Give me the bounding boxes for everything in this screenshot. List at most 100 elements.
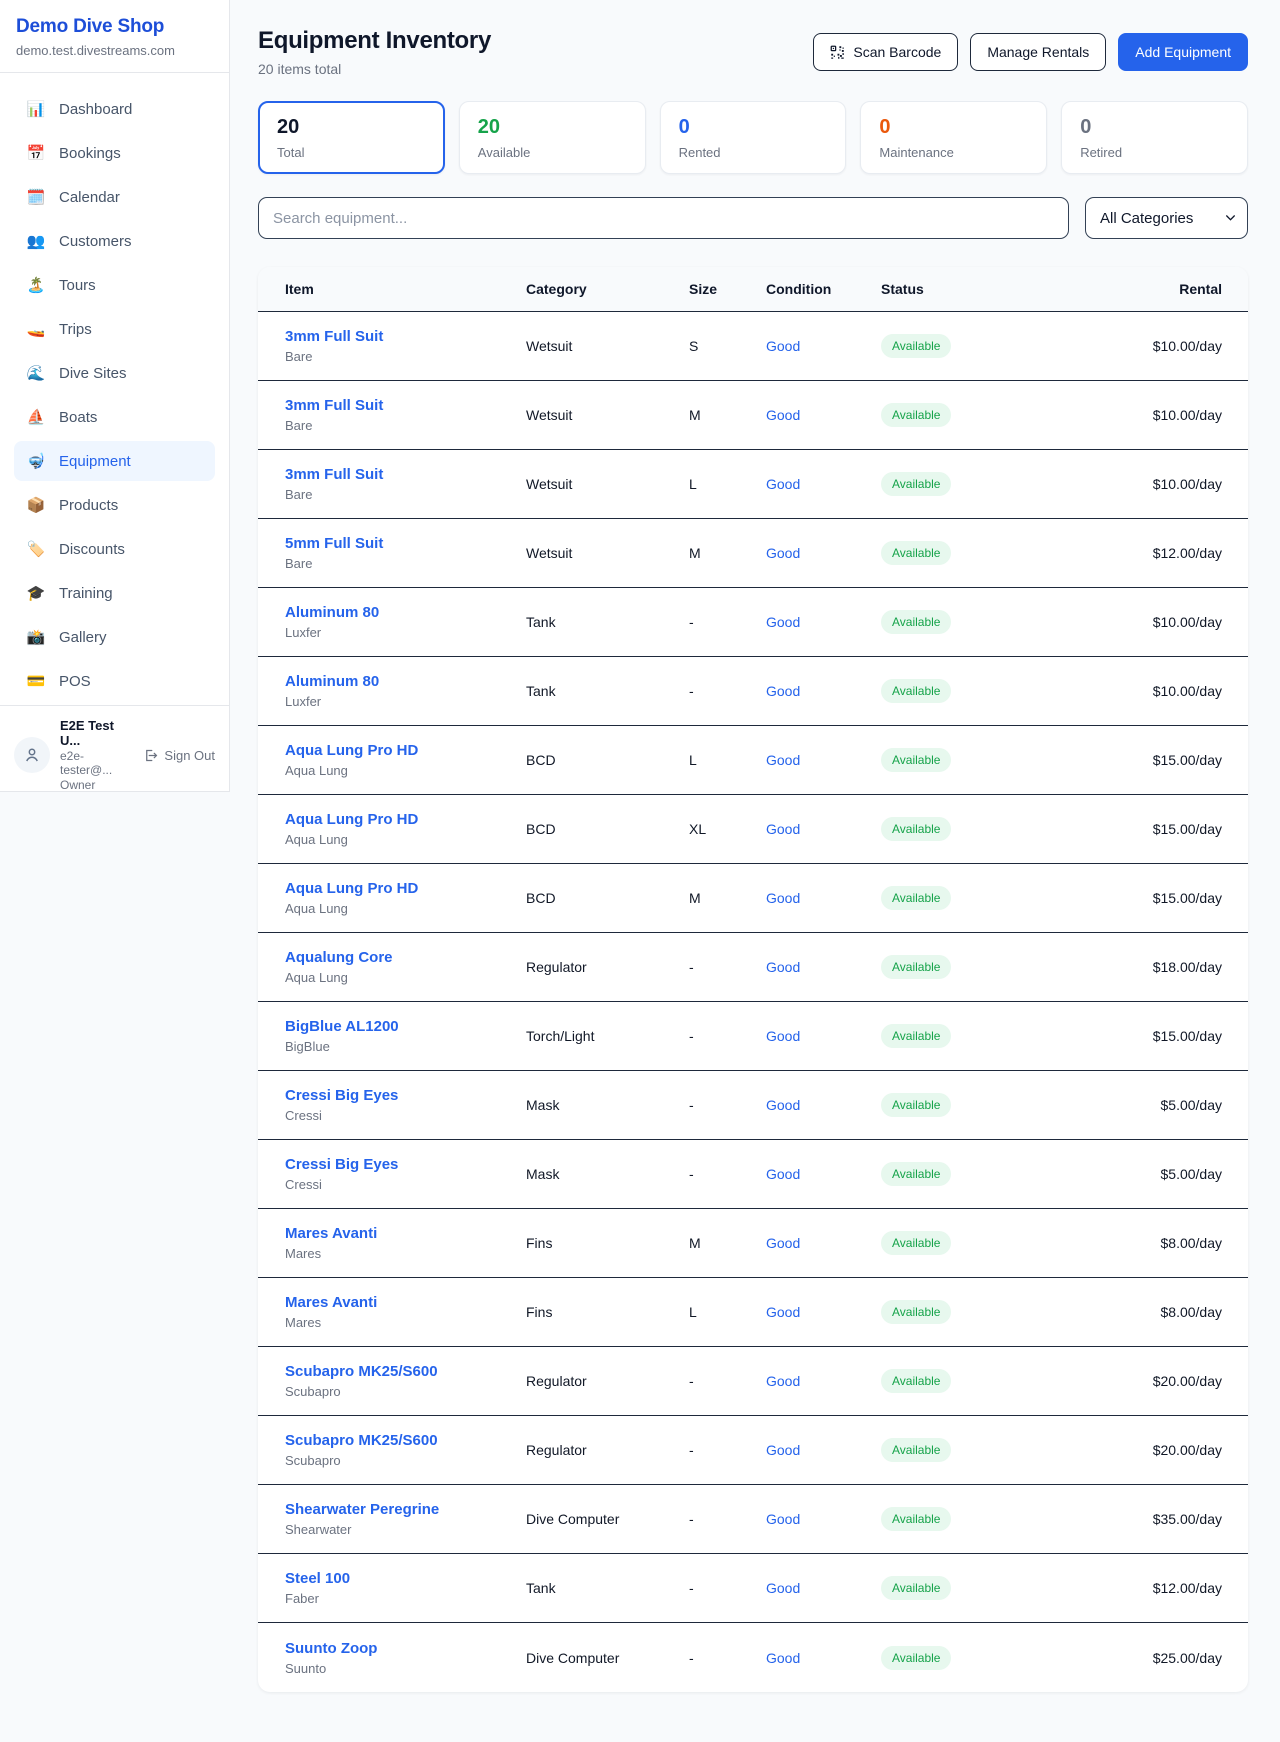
item-name-link[interactable]: 5mm Full Suit bbox=[285, 535, 526, 552]
shop-domain: demo.test.divestreams.com bbox=[16, 43, 213, 58]
sidebar-item-trips[interactable]: 🚤 Trips bbox=[14, 309, 215, 349]
item-brand: Mares bbox=[285, 1246, 526, 1261]
category-select[interactable]: All Categories bbox=[1085, 197, 1248, 239]
item-name-link[interactable]: Scubapro MK25/S600 bbox=[285, 1363, 526, 1380]
sidebar-item-bookings[interactable]: 📅 Bookings bbox=[14, 133, 215, 173]
status-badge: Available bbox=[881, 1024, 951, 1048]
condition-link[interactable]: Good bbox=[766, 1373, 881, 1389]
item-name-link[interactable]: Scubapro MK25/S600 bbox=[285, 1432, 526, 1449]
item-brand: Faber bbox=[285, 1591, 526, 1606]
sidebar-item-calendar[interactable]: 🗓️ Calendar bbox=[14, 177, 215, 217]
condition-link[interactable]: Good bbox=[766, 959, 881, 975]
item-name-link[interactable]: 3mm Full Suit bbox=[285, 397, 526, 414]
item-name-link[interactable]: Shearwater Peregrine bbox=[285, 1501, 526, 1518]
stat-card-total[interactable]: 20 Total bbox=[258, 101, 445, 174]
condition-link[interactable]: Good bbox=[766, 1511, 881, 1527]
stat-label: Available bbox=[478, 145, 627, 160]
item-name-link[interactable]: Aluminum 80 bbox=[285, 604, 526, 621]
status-cell: Available bbox=[881, 748, 1081, 772]
condition-link[interactable]: Good bbox=[766, 338, 881, 354]
sidebar-item-gallery[interactable]: 📸 Gallery bbox=[14, 617, 215, 657]
condition-link[interactable]: Good bbox=[766, 1097, 881, 1113]
manage-rentals-button[interactable]: Manage Rentals bbox=[970, 33, 1106, 71]
condition-link[interactable]: Good bbox=[766, 1304, 881, 1320]
item-name-link[interactable]: Cressi Big Eyes bbox=[285, 1156, 526, 1173]
manage-rentals-label: Manage Rentals bbox=[987, 44, 1089, 60]
status-badge: Available bbox=[881, 1438, 951, 1462]
add-equipment-button[interactable]: Add Equipment bbox=[1118, 33, 1248, 71]
sidebar-item-products[interactable]: 📦 Products bbox=[14, 485, 215, 525]
item-name-link[interactable]: Aqua Lung Pro HD bbox=[285, 811, 526, 828]
condition-link[interactable]: Good bbox=[766, 407, 881, 423]
item-cell: Steel 100 Faber bbox=[285, 1570, 526, 1606]
items-total-count: 20 items total bbox=[258, 61, 491, 77]
condition-link[interactable]: Good bbox=[766, 1166, 881, 1182]
rental-price: $8.00/day bbox=[1081, 1235, 1222, 1251]
table-row: Steel 100 Faber Tank - Good Available $1… bbox=[258, 1554, 1248, 1623]
condition-link[interactable]: Good bbox=[766, 752, 881, 768]
condition-link[interactable]: Good bbox=[766, 890, 881, 906]
sidebar-item-boats[interactable]: ⛵ Boats bbox=[14, 397, 215, 437]
item-name-link[interactable]: Suunto Zoop bbox=[285, 1640, 526, 1657]
sidebar-item-training[interactable]: 🎓 Training bbox=[14, 573, 215, 613]
condition-link[interactable]: Good bbox=[766, 1580, 881, 1596]
stat-card-available[interactable]: 20 Available bbox=[459, 101, 646, 174]
sidebar-item-dive-sites[interactable]: 🌊 Dive Sites bbox=[14, 353, 215, 393]
sidebar-item-pos[interactable]: 💳 POS bbox=[14, 661, 215, 701]
nav-item-label: Bookings bbox=[59, 145, 121, 162]
item-name-link[interactable]: Aqualung Core bbox=[285, 949, 526, 966]
condition-link[interactable]: Good bbox=[766, 614, 881, 630]
sidebar-item-equipment[interactable]: 🤿 Equipment bbox=[14, 441, 215, 481]
sidebar-item-customers[interactable]: 👥 Customers bbox=[14, 221, 215, 261]
status-cell: Available bbox=[881, 1646, 1081, 1670]
size-cell: L bbox=[689, 476, 766, 492]
sidebar-item-discounts[interactable]: 🏷️ Discounts bbox=[14, 529, 215, 569]
table-row: Aluminum 80 Luxfer Tank - Good Available… bbox=[258, 588, 1248, 657]
item-name-link[interactable]: 3mm Full Suit bbox=[285, 328, 526, 345]
stat-value: 0 bbox=[1080, 116, 1229, 139]
item-brand: Aqua Lung bbox=[285, 970, 526, 985]
status-badge: Available bbox=[881, 541, 951, 565]
stat-label: Retired bbox=[1080, 145, 1229, 160]
table-row: 3mm Full Suit Bare Wetsuit S Good Availa… bbox=[258, 312, 1248, 381]
item-cell: Shearwater Peregrine Shearwater bbox=[285, 1501, 526, 1537]
item-name-link[interactable]: Cressi Big Eyes bbox=[285, 1087, 526, 1104]
condition-link[interactable]: Good bbox=[766, 1650, 881, 1666]
scan-barcode-button[interactable]: Scan Barcode bbox=[813, 33, 958, 71]
condition-link[interactable]: Good bbox=[766, 1028, 881, 1044]
condition-link[interactable]: Good bbox=[766, 1235, 881, 1251]
item-name-link[interactable]: Steel 100 bbox=[285, 1570, 526, 1587]
condition-link[interactable]: Good bbox=[766, 476, 881, 492]
condition-link[interactable]: Good bbox=[766, 545, 881, 561]
item-name-link[interactable]: Aqua Lung Pro HD bbox=[285, 880, 526, 897]
sign-out-button[interactable]: Sign Out bbox=[143, 748, 215, 763]
table-row: Suunto Zoop Suunto Dive Computer - Good … bbox=[258, 1623, 1248, 1692]
rental-price: $35.00/day bbox=[1081, 1511, 1222, 1527]
stat-card-rented[interactable]: 0 Rented bbox=[660, 101, 847, 174]
sidebar-item-dashboard[interactable]: 📊 Dashboard bbox=[14, 89, 215, 129]
item-name-link[interactable]: Mares Avanti bbox=[285, 1294, 526, 1311]
item-name-link[interactable]: Aqua Lung Pro HD bbox=[285, 742, 526, 759]
rental-price: $25.00/day bbox=[1081, 1650, 1222, 1666]
size-cell: - bbox=[689, 959, 766, 975]
condition-link[interactable]: Good bbox=[766, 1442, 881, 1458]
status-badge: Available bbox=[881, 472, 951, 496]
nav-item-label: Calendar bbox=[59, 189, 120, 206]
item-name-link[interactable]: Mares Avanti bbox=[285, 1225, 526, 1242]
table-row: Scubapro MK25/S600 Scubapro Regulator - … bbox=[258, 1347, 1248, 1416]
item-name-link[interactable]: 3mm Full Suit bbox=[285, 466, 526, 483]
condition-link[interactable]: Good bbox=[766, 683, 881, 699]
item-brand: Luxfer bbox=[285, 625, 526, 640]
scan-barcode-label: Scan Barcode bbox=[853, 44, 941, 60]
page-title: Equipment Inventory bbox=[258, 27, 491, 55]
item-brand: Aqua Lung bbox=[285, 763, 526, 778]
status-cell: Available bbox=[881, 679, 1081, 703]
person-icon bbox=[23, 746, 41, 764]
condition-link[interactable]: Good bbox=[766, 821, 881, 837]
stat-card-maintenance[interactable]: 0 Maintenance bbox=[860, 101, 1047, 174]
item-name-link[interactable]: BigBlue AL1200 bbox=[285, 1018, 526, 1035]
sidebar-item-tours[interactable]: 🏝️ Tours bbox=[14, 265, 215, 305]
stat-card-retired[interactable]: 0 Retired bbox=[1061, 101, 1248, 174]
search-input[interactable] bbox=[258, 197, 1069, 239]
item-name-link[interactable]: Aluminum 80 bbox=[285, 673, 526, 690]
